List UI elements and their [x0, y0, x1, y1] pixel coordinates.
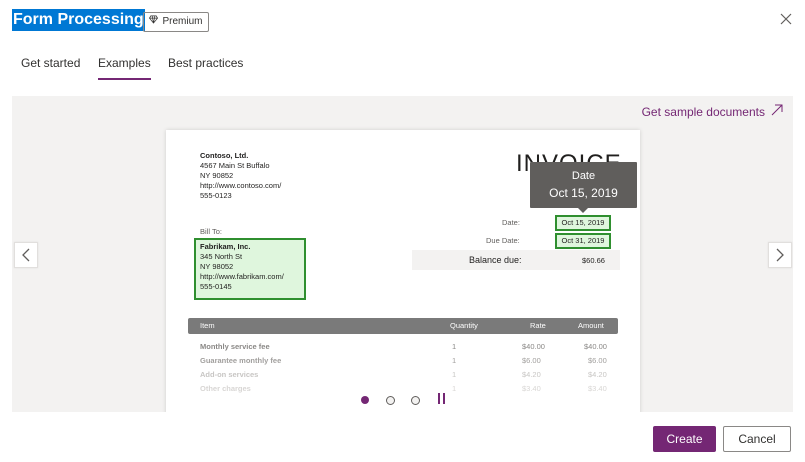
bill-to-block: Fabrikam, Inc. 345 North St NY 98052 htt… [196, 240, 304, 292]
company-address-line: NY 90852 [200, 171, 234, 180]
line-items-header: Item Quantity Rate Amount [188, 318, 618, 334]
row-amount: $40.00 [584, 342, 607, 351]
company-address-line: 4567 Main St Buffalo [200, 161, 270, 170]
pause-icon[interactable] [437, 393, 447, 405]
due-date-field-highlight[interactable]: Oct 31, 2019 [555, 233, 611, 249]
tab-get-started[interactable]: Get started [21, 56, 80, 80]
header-rate: Rate [530, 321, 546, 330]
invoice-preview: Contoso, Ltd. 4567 Main St Buffalo NY 90… [166, 130, 640, 420]
bill-to-name: Fabrikam, Inc. [200, 242, 251, 251]
company-block: Contoso, Ltd. 4567 Main St Buffalo NY 90… [200, 151, 281, 201]
row-item: Add-on services [200, 370, 259, 379]
chevron-right-icon [776, 248, 784, 266]
company-phone: 555-0123 [200, 191, 232, 200]
balance-value: $60.66 [582, 256, 605, 265]
header-quantity: Quantity [450, 321, 478, 330]
carousel-next-button[interactable] [768, 242, 792, 268]
bill-to-address-line: 345 North St [200, 252, 243, 261]
row-quantity: 1 [452, 356, 457, 365]
row-quantity: 1 [452, 384, 457, 393]
table-row: Monthly service fee 1 $40.00 $40.00 [200, 342, 620, 351]
row-amount: $3.40 [588, 384, 607, 393]
bill-to-website: http://www.fabrikam.com/ [200, 272, 284, 281]
bill-to-phone: 555-0145 [200, 282, 232, 291]
sample-link-label: Get sample documents [641, 104, 765, 119]
row-rate: $40.00 [522, 342, 545, 351]
row-amount: $6.00 [588, 356, 607, 365]
tooltip-label: Date [571, 170, 596, 182]
company-name: Contoso, Ltd. [200, 151, 249, 160]
bill-to-highlight[interactable]: Fabrikam, Inc. 345 North St NY 98052 htt… [194, 238, 306, 300]
carousel-prev-button[interactable] [14, 242, 38, 268]
header-amount: Amount [578, 321, 604, 330]
bill-to-label: Bill To: [200, 227, 222, 236]
carousel-dot-2[interactable] [386, 396, 395, 405]
header-item: Item [200, 321, 215, 330]
due-date-label: Due Date: [486, 236, 520, 245]
create-button[interactable]: Create [653, 426, 716, 452]
row-amount: $4.20 [588, 370, 607, 379]
table-row: Guarantee monthly fee 1 $6.00 $6.00 [200, 356, 620, 365]
row-quantity: 1 [452, 370, 457, 379]
field-tooltip: Date Oct 15, 2019 [530, 162, 637, 213]
tab-best-practices[interactable]: Best practices [168, 56, 243, 80]
cancel-button[interactable]: Cancel [723, 426, 791, 452]
date-label: Date: [502, 218, 520, 227]
carousel-dot-3[interactable] [411, 396, 420, 405]
row-item: Monthly service fee [200, 342, 270, 351]
tab-examples[interactable]: Examples [98, 56, 151, 80]
row-rate: $3.40 [522, 384, 541, 393]
chevron-left-icon [22, 248, 30, 266]
bill-to-address-line: NY 98052 [200, 262, 234, 271]
date-field-highlight[interactable]: Oct 15, 2019 [555, 215, 611, 231]
table-row: Add-on services 1 $4.20 $4.20 [200, 370, 620, 379]
carousel-dot-1[interactable] [361, 396, 369, 404]
arrow-up-right-icon [771, 104, 783, 119]
balance-label: Balance due: [469, 255, 522, 265]
premium-label: Premium [162, 16, 203, 27]
table-row: Other charges 1 $3.40 $3.40 [200, 384, 620, 393]
row-rate: $4.20 [522, 370, 541, 379]
row-rate: $6.00 [522, 356, 541, 365]
company-website: http://www.contoso.com/ [200, 181, 282, 190]
row-item: Guarantee monthly fee [200, 356, 282, 365]
premium-badge: Premium [143, 12, 209, 32]
close-icon[interactable] [776, 10, 796, 30]
tooltip-value: Oct 15, 2019 [549, 186, 618, 200]
dialog-title: Form Processing [12, 9, 145, 31]
diamond-icon [149, 13, 159, 31]
row-quantity: 1 [452, 342, 457, 351]
row-item: Other charges [200, 384, 251, 393]
get-sample-documents-link[interactable]: Get sample documents [642, 104, 783, 119]
